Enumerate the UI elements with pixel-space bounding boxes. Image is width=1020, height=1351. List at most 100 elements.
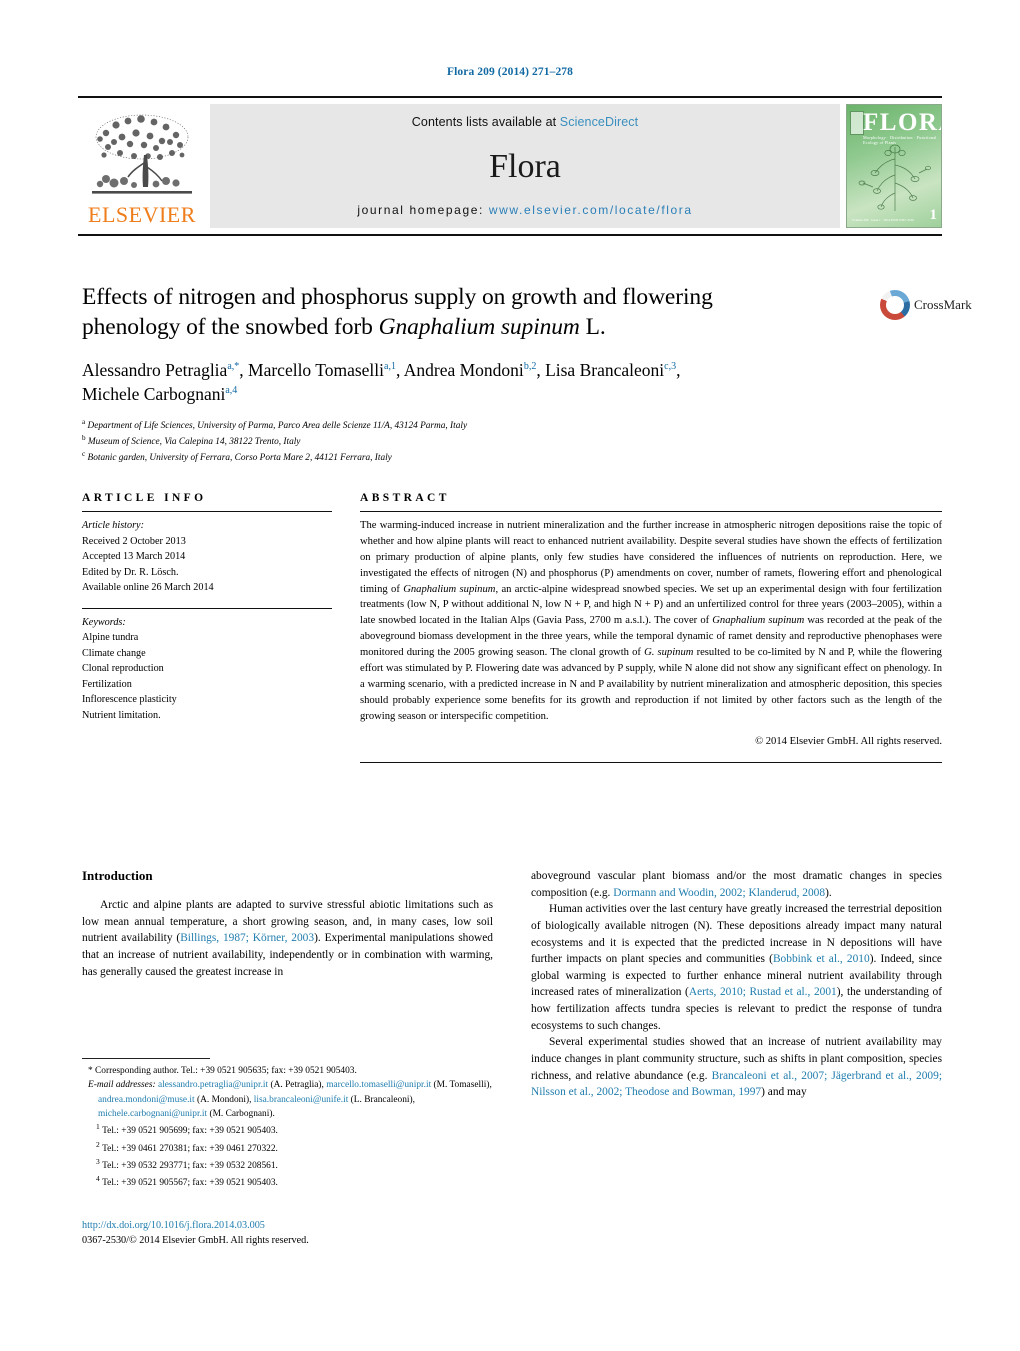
divider (82, 607, 332, 609)
affiliation-mark: c (82, 450, 86, 459)
footnote-text: Corresponding author. Tel.: +39 0521 905… (95, 1066, 357, 1076)
divider (360, 511, 942, 512)
abstract-species: G. supinum (644, 647, 694, 659)
paragraph-part: ) and may (761, 1086, 807, 1099)
keyword-item: Clonal reproduction (82, 663, 164, 674)
email-owner: (M. Carbognani). (207, 1108, 275, 1119)
doi-block: http://dx.doi.org/10.1016/j.flora.2014.0… (82, 1218, 502, 1249)
footnote-item: 4 Tel.: +39 0521 905567; fax: +39 0521 9… (82, 1173, 493, 1190)
history-item: Received 2 October 2013 (82, 535, 186, 547)
keywords-label: Keywords: (82, 616, 126, 628)
citation-link[interactable]: Billings, 1987; Körner, 2003 (180, 932, 314, 944)
cover-footer-right: ISSN 0367-2530 (891, 218, 914, 222)
cover-footer-left: Volume 209 · Issue 1 · 2014 (852, 217, 891, 222)
crossmark-icon (880, 290, 910, 320)
article-info-heading: ARTICLE INFO (82, 492, 207, 504)
abstract-column: ABSTRACT The warming-induced increase in… (360, 492, 942, 763)
affiliation-list: a Department of Life Sciences, Universit… (82, 417, 872, 466)
abstract-copyright: © 2014 Elsevier GmbH. All rights reserve… (755, 735, 942, 747)
email-link[interactable]: lisa.brancaleoni@unife.it (254, 1095, 349, 1105)
contents-prefix: Contents lists available at (411, 115, 560, 129)
citation-link[interactable]: Aerts, 2010; Rustad et al., 2001 (689, 986, 837, 998)
author-name[interactable]: Alessandro Petraglia (82, 360, 227, 380)
cover-badge-icon (850, 111, 864, 135)
elsevier-tree-icon (86, 111, 198, 203)
info-abstract-row: ARTICLE INFO Article history: Received 2… (82, 492, 942, 763)
author-marks: a,* (227, 360, 240, 372)
affiliation-item: a Department of Life Sciences, Universit… (82, 417, 872, 433)
history-item: Edited by Dr. R. Lösch. (82, 566, 179, 578)
abstract-species: Gnaphalium supinum (712, 615, 805, 627)
journal-homepage-link[interactable]: www.elsevier.com/locate/flora (489, 203, 693, 217)
history-item: Accepted 13 March 2014 (82, 551, 186, 562)
paragraph: aboveground vascular plant biomass and/o… (531, 868, 942, 901)
affiliation-item: c Botanic garden, University of Ferrara,… (82, 449, 872, 465)
abstract-heading: ABSTRACT (360, 492, 450, 504)
author-name[interactable]: Michele Carbognani (82, 384, 225, 404)
issn-copyright-line: 0367-2530/© 2014 Elsevier GmbH. All righ… (82, 1235, 309, 1247)
affiliation-text: Department of Life Sciences, University … (87, 420, 468, 431)
journal-homepage-line: journal homepage: www.elsevier.com/locat… (210, 203, 840, 217)
affiliation-mark: b (82, 433, 86, 442)
journal-cover-thumbnail: FLORA Morphology · Distribution · Functi… (846, 104, 942, 228)
paper-page: Flora 209 (2014) 271–278 ELSEVIER Conten… (0, 0, 1020, 1351)
elsevier-logo: ELSEVIER (78, 104, 206, 228)
email-link[interactable]: michele.carbognani@unipr.it (98, 1109, 207, 1119)
footnotes-block: * Corresponding author. Tel.: +39 0521 9… (82, 1058, 493, 1191)
contents-available-line: Contents lists available at ScienceDirec… (210, 115, 840, 129)
footnote-item: 3 Tel.: +39 0532 293771; fax: +39 0532 2… (82, 1156, 493, 1173)
email-link[interactable]: marcello.tomaselli@unipr.it (326, 1080, 431, 1090)
journal-title: Flora (489, 148, 561, 185)
keyword-item: Alpine tundra (82, 632, 139, 643)
doi-link[interactable]: http://dx.doi.org/10.1016/j.flora.2014.0… (82, 1218, 502, 1233)
author-name[interactable]: Andrea Mondoni (404, 360, 524, 380)
crossmark-badge[interactable]: CrossMark (880, 288, 972, 322)
title-line-1: Effects of nitrogen and phosphorus suppl… (82, 284, 713, 310)
footnote-divider (82, 1058, 210, 1059)
paragraph: Human activities over the last century h… (531, 901, 942, 1034)
abstract-species: Gnaphalium supinum (403, 583, 496, 595)
citation-link[interactable]: Dormann and Woodin, 2002; Klanderud, 200… (613, 887, 825, 899)
email-addresses-label: E-mail addresses: (88, 1080, 156, 1091)
article-history-label: Article history: (82, 520, 144, 531)
footnote-number: 3 (96, 1157, 100, 1167)
affiliation-mark: a (82, 417, 86, 426)
author-marks: b,2 (523, 360, 537, 372)
sciencedirect-link[interactable]: ScienceDirect (560, 115, 638, 129)
affiliation-text: Botanic garden, University of Ferrara, C… (87, 453, 392, 464)
footnote-item: 1 Tel.: +39 0521 905699; fax: +39 0521 9… (82, 1121, 493, 1138)
footnote-number: 2 (96, 1139, 100, 1149)
journal-masthead: ELSEVIER Contents lists available at Sci… (78, 96, 942, 236)
title-line-2-post: L. (579, 313, 606, 340)
body-right-column: aboveground vascular plant biomass and/o… (531, 868, 942, 1101)
title-block: Effects of nitrogen and phosphorus suppl… (82, 283, 872, 465)
author-name[interactable]: Lisa Brancaleoni (545, 360, 664, 380)
footnote-text: Tel.: +39 0532 293771; fax: +39 0532 208… (102, 1161, 278, 1172)
cover-issue-number: 1 (929, 207, 938, 223)
footnote-item: 2 Tel.: +39 0461 270381; fax: +39 0461 2… (82, 1139, 493, 1156)
running-head: Flora 209 (2014) 271–278 (446, 66, 573, 78)
section-heading-introduction: Introduction (82, 868, 153, 883)
history-item: Available online 26 March 2014 (82, 582, 214, 593)
abstract-text: The warming-induced increase in nutrient… (360, 518, 942, 725)
author-marks: c,3 (664, 360, 677, 372)
cover-title: FLORA (863, 109, 941, 136)
affiliation-text: Museum of Science, Via Calepina 14, 3812… (87, 437, 301, 447)
footnote-number: 4 (96, 1174, 100, 1184)
citation-link[interactable]: Bobbink et al., 2010 (773, 953, 870, 965)
keyword-item: Inflorescence plasticity (82, 694, 177, 705)
footnote-text: Tel.: +39 0461 270381; fax: +39 0461 270… (102, 1143, 278, 1154)
paragraph: Arctic and alpine plants are adapted to … (82, 897, 493, 980)
elsevier-wordmark: ELSEVIER (88, 202, 196, 227)
author-name[interactable]: Marcello Tomaselli (248, 360, 384, 380)
author-marks: a,1 (384, 360, 396, 372)
email-link[interactable]: alessandro.petraglia@unipr.it (158, 1080, 268, 1090)
keyword-item: Fertilization (82, 678, 132, 690)
article-history: Article history: Received 2 October 2013… (82, 518, 332, 596)
author-list: Alessandro Petragliaa,*, Marcello Tomase… (82, 359, 681, 405)
email-owner: (A. Mondoni), (194, 1094, 252, 1105)
footnote-emails: E-mail addresses: alessandro.petraglia@u… (82, 1078, 493, 1121)
abstract-part: resulted to be co-limited by N and P, wh… (360, 647, 942, 722)
email-link[interactable]: andrea.mondoni@muse.it (98, 1095, 195, 1105)
affiliation-item: b Museum of Science, Via Calepina 14, 38… (82, 433, 872, 449)
